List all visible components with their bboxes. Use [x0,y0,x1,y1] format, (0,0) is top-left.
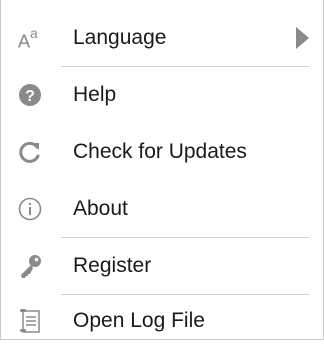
menu-item-language[interactable]: A a Language [1,10,323,67]
language-icon: A a [17,25,43,51]
svg-text:a: a [30,25,38,41]
log-file-icon [17,308,43,334]
info-icon [17,196,43,222]
menu-item-about[interactable]: About [1,181,323,238]
menu-item-label: Register [73,254,152,277]
menu-item-help[interactable]: ? Help [1,67,323,124]
menu-item-label: Language [73,26,167,49]
menu-item-label: Help [73,83,117,106]
svg-text:A: A [18,30,31,51]
menu-item-check-for-updates[interactable]: Check for Updates [1,124,323,181]
menu-item-label: Check for Updates [73,140,247,163]
menu-item-register[interactable]: Register [1,238,323,295]
refresh-icon [17,139,43,165]
svg-text:?: ? [25,88,35,105]
help-icon: ? [17,82,43,108]
key-icon [17,253,43,279]
menu-item-label: Open Log File [73,309,205,332]
menu-item-label: About [73,197,128,220]
menu-item-open-log-file[interactable]: Open Log File [1,295,323,352]
submenu-arrow-icon [296,27,309,49]
context-menu: A a Language ? Help Check for Updates Ab… [0,0,324,340]
